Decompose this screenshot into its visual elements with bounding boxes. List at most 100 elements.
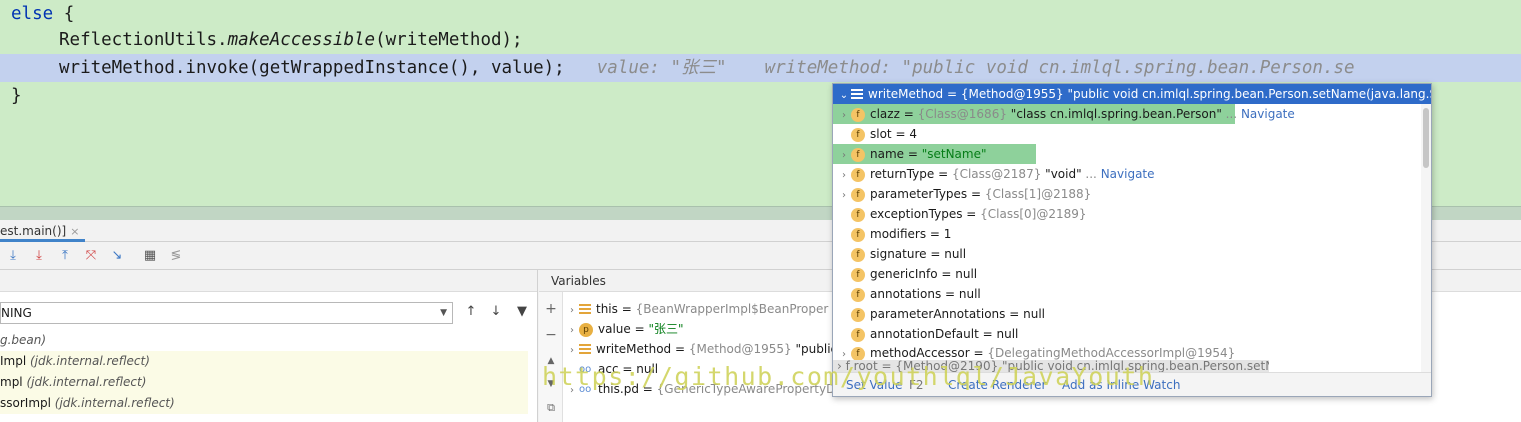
chevron-right-icon[interactable]: ›: [837, 166, 851, 186]
variable-row[interactable]: › writeMethod = {Method@1955} "public: [565, 339, 837, 359]
drop-frame-icon[interactable]: ⤧: [83, 248, 99, 264]
frames-panel: NING ▼ ↑ ↓ ▼ g.bean) Impl (jdk.internal.r…: [0, 270, 538, 422]
field-row[interactable]: f genericInfo = null: [833, 264, 977, 284]
chevron-right-icon[interactable]: ›: [565, 341, 579, 361]
scrollbar-thumb[interactable]: [1423, 108, 1429, 168]
variable-row[interactable]: › this = {BeanWrapperImpl$BeanProper: [565, 299, 828, 319]
trace-icon[interactable]: ≶: [168, 248, 184, 264]
copy-icon[interactable]: ⧉: [543, 400, 559, 416]
force-step-into-icon[interactable]: ⤓: [31, 248, 47, 264]
var-name: this: [596, 302, 618, 316]
frame-package: (jdk.internal.reflect): [26, 375, 147, 389]
field-row[interactable]: f parameterAnnotations = null: [833, 304, 1045, 324]
frame-method: Impl: [0, 354, 30, 368]
chevron-down-icon[interactable]: ⌄: [837, 86, 851, 104]
thread-selector-value: NING: [1, 306, 32, 320]
frame-item[interactable]: mpl (jdk.internal.reflect): [0, 372, 528, 393]
object-icon: [579, 344, 591, 355]
arrow-up-icon[interactable]: ↑: [462, 303, 480, 321]
field-row[interactable]: › f name = "setName": [833, 144, 1036, 164]
var-ref: {Method@1955}: [688, 342, 792, 356]
step-into-icon[interactable]: ⤓: [5, 248, 21, 264]
variables-sidebar: + − ▲ ▼ ⧉: [539, 292, 563, 422]
code-text: ReflectionUtils.: [59, 30, 228, 50]
step-out-icon[interactable]: ⤒: [57, 248, 73, 264]
popup-header-text: writeMethod = {Method@1955} "public void…: [868, 87, 1431, 101]
field-name: signature: [870, 247, 927, 261]
field-name: annotationDefault: [870, 327, 979, 341]
field-name: slot: [870, 127, 892, 141]
frame-item[interactable]: Impl (jdk.internal.reflect): [0, 351, 528, 372]
frame-method: ssorImpl: [0, 396, 55, 410]
frame-item[interactable]: ssorImpl (jdk.internal.reflect): [0, 393, 528, 414]
var-eq: =: [617, 302, 636, 316]
close-icon[interactable]: ×: [70, 225, 79, 238]
var-eq: =: [671, 342, 689, 356]
field-icon: f: [851, 207, 865, 222]
value-inspect-popup[interactable]: ⌄ writeMethod = {Method@1955} "public voi…: [832, 83, 1432, 397]
object-icon: [851, 89, 863, 100]
frame-package: g.bean): [0, 333, 47, 347]
debug-session-tab[interactable]: est.main()] ×: [0, 220, 86, 242]
field-ref: {DelegatingMethodAccessorImpl@1954}: [987, 346, 1236, 360]
filter-icon[interactable]: ▼: [513, 303, 531, 321]
code-text: }: [11, 86, 22, 106]
field-value: 4: [909, 127, 917, 141]
keyword-else: else: [11, 4, 54, 24]
add-watch-icon[interactable]: +: [543, 301, 559, 317]
chevron-right-icon[interactable]: ›: [565, 321, 579, 341]
thread-selector[interactable]: NING ▼: [0, 302, 453, 324]
chevron-right-icon[interactable]: ›: [837, 106, 851, 126]
field-icon: f: [851, 227, 865, 242]
field-name: methodAccessor: [870, 346, 970, 360]
code-text: writeMethod.invoke(getWrappedInstance(),…: [59, 58, 565, 78]
chevron-right-icon[interactable]: ›: [565, 301, 579, 321]
field-icon: f: [851, 247, 865, 262]
field-name: returnType: [870, 167, 935, 181]
var-value: "public: [791, 342, 838, 356]
field-row[interactable]: › f clazz = {Class@1686} "class cn.imlql.s…: [833, 104, 1295, 126]
frame-method: mpl: [0, 375, 27, 389]
remove-watch-icon[interactable]: −: [543, 327, 559, 343]
variable-row[interactable]: › p value = "张三": [565, 319, 684, 339]
field-name: genericInfo: [870, 267, 938, 281]
field-icon: f: [851, 327, 865, 342]
field-name: name: [870, 147, 905, 161]
field-value: null: [996, 327, 1019, 341]
arrow-down-icon[interactable]: ↓: [487, 303, 505, 321]
chevron-right-icon[interactable]: ›: [837, 186, 851, 206]
chevron-right-icon[interactable]: ›: [837, 146, 851, 166]
inline-value-hint: writeMethod: "public void cn.imlql.sprin…: [764, 58, 1355, 78]
field-icon: f: [851, 107, 865, 122]
field-row[interactable]: f annotationDefault = null: [833, 324, 1018, 344]
field-ref: {Class[1]@2188}: [984, 187, 1092, 201]
evaluate-expression-icon[interactable]: ▦: [142, 248, 158, 264]
code-line-3-current[interactable]: writeMethod.invoke(getWrappedInstance(),…: [0, 54, 1521, 82]
field-row[interactable]: f exceptionTypes = {Class[0]@2189}: [833, 204, 1087, 224]
popup-scrollbar[interactable]: [1421, 104, 1431, 372]
field-more: ...: [1081, 167, 1097, 181]
field-row[interactable]: f annotations = null: [833, 284, 981, 304]
field-icon: f: [851, 167, 865, 182]
field-row[interactable]: › f parameterTypes = {Class[1]@2188}: [833, 184, 1091, 204]
var-name: writeMethod: [596, 342, 672, 356]
code-line-2[interactable]: ReflectionUtils.makeAccessible(writeMeth…: [0, 26, 1521, 54]
field-ref: {Class@2187}: [951, 167, 1042, 181]
code-line-1[interactable]: else {: [0, 0, 1521, 28]
field-row[interactable]: f modifiers = 1: [833, 224, 951, 244]
run-to-cursor-icon[interactable]: ↘: [109, 248, 125, 264]
frame-item[interactable]: g.bean): [0, 330, 528, 351]
navigate-link[interactable]: Navigate: [1237, 107, 1295, 121]
code-text: (writeMethod);: [375, 30, 523, 50]
navigate-link[interactable]: Navigate: [1097, 167, 1155, 181]
field-row[interactable]: f slot = 4: [833, 124, 917, 144]
field-name: parameterTypes: [870, 187, 968, 201]
var-value: "张三": [648, 322, 684, 336]
object-icon: [579, 304, 591, 315]
code-text: {: [53, 4, 75, 24]
field-value: null: [958, 287, 981, 301]
popup-header-row[interactable]: ⌄ writeMethod = {Method@1955} "public voi…: [833, 84, 1431, 104]
field-row[interactable]: f signature = null: [833, 244, 966, 264]
parameter-icon: p: [579, 322, 593, 337]
field-row[interactable]: › f returnType = {Class@2187} "void" ... N…: [833, 164, 1155, 184]
